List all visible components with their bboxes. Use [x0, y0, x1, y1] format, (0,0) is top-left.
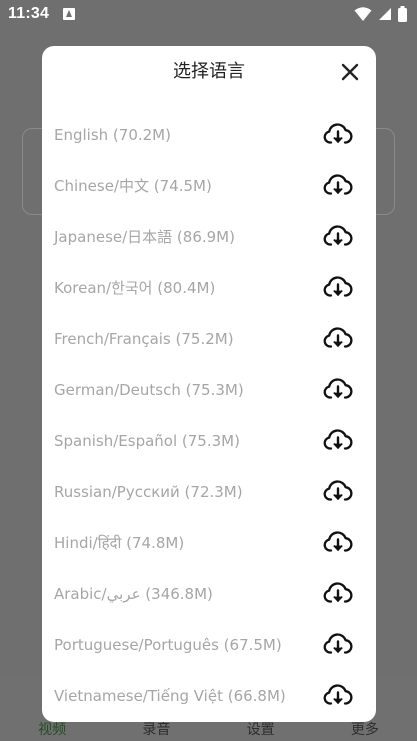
language-row[interactable]: Japanese/日本語 (86.9M)	[42, 211, 376, 262]
close-icon	[341, 63, 359, 81]
download-button[interactable]	[323, 427, 353, 453]
cloud-download-icon	[323, 327, 353, 348]
cloud-download-icon	[323, 633, 353, 654]
language-label: Russian/Русский (72.3M)	[54, 482, 243, 501]
download-button[interactable]	[323, 274, 353, 300]
cloud-download-icon	[323, 174, 353, 195]
download-button[interactable]	[323, 529, 353, 555]
wifi-icon	[354, 7, 372, 21]
language-row[interactable]: Arabic/عربي (346.8M)	[42, 568, 376, 619]
cloud-download-icon	[323, 480, 353, 501]
language-label: Chinese/中文 (74.5M)	[54, 177, 212, 195]
status-icons	[354, 6, 407, 22]
language-label: Korean/한국어 (80.4M)	[54, 279, 216, 297]
download-button[interactable]	[323, 631, 353, 657]
nav-tab-label: 录音	[142, 722, 171, 738]
language-label: Vietnamese/Tiếng Việt (66.8M)	[54, 686, 286, 705]
language-label: English (70.2M)	[54, 125, 171, 144]
cloud-download-icon	[323, 531, 353, 552]
language-row[interactable]: German/Deutsch (75.3M)	[42, 364, 376, 415]
language-row[interactable]: Hindi/हिंदी (74.8M)	[42, 517, 376, 568]
language-label: German/Deutsch (75.3M)	[54, 380, 244, 399]
cloud-download-icon	[323, 225, 353, 246]
download-button[interactable]	[323, 223, 353, 249]
status-time: 11:34	[8, 5, 50, 22]
download-button[interactable]	[323, 682, 353, 708]
battery-icon	[398, 6, 407, 22]
nav-tab-label: 更多	[350, 722, 379, 738]
language-label: French/Français (75.2M)	[54, 329, 234, 348]
language-list: English (70.2M) Chinese/中文 (74.5M) Japanes…	[42, 109, 376, 721]
language-row[interactable]: Portuguese/Português (67.5M)	[42, 619, 376, 670]
cloud-download-icon	[323, 684, 353, 705]
language-row[interactable]: Korean/한국어 (80.4M)	[42, 262, 376, 313]
language-label: Portuguese/Português (67.5M)	[54, 635, 282, 654]
nav-tab-label: 设置	[246, 722, 275, 738]
language-label: Spanish/Español (75.3M)	[54, 431, 240, 450]
download-button[interactable]	[323, 121, 353, 147]
language-row[interactable]: French/Français (75.2M)	[42, 313, 376, 364]
status-bar: 11:34	[0, 0, 417, 28]
language-label: Japanese/日本語 (86.9M)	[54, 228, 235, 246]
cloud-download-icon	[323, 429, 353, 450]
language-row[interactable]: Spanish/Español (75.3M)	[42, 415, 376, 466]
language-label: Arabic/عربي (346.8M)	[54, 584, 213, 603]
language-row[interactable]: Russian/Русский (72.3M)	[42, 466, 376, 517]
cloud-download-icon	[323, 378, 353, 399]
language-row[interactable]: Vietnamese/Tiếng Việt (66.8M)	[42, 670, 376, 721]
close-button[interactable]	[338, 60, 362, 84]
language-dialog: 选择语言 English (70.2M) Chinese/中文 (74.5M) Ja…	[42, 46, 376, 722]
cloud-download-icon	[323, 276, 353, 297]
language-label: Hindi/हिंदी (74.8M)	[54, 533, 185, 552]
download-button[interactable]	[323, 376, 353, 402]
app-notification-icon	[63, 8, 76, 20]
language-row[interactable]: English (70.2M)	[42, 109, 376, 160]
signal-icon	[379, 8, 391, 20]
download-button[interactable]	[323, 172, 353, 198]
cloud-download-icon	[323, 582, 353, 603]
download-button[interactable]	[323, 580, 353, 606]
nav-tab-label: 视频	[38, 722, 67, 738]
cloud-download-icon	[323, 123, 353, 144]
screen: 视频 录音 设置 更多 11:34 选择语言 English (70.2M) C…	[0, 0, 417, 741]
dialog-title: 选择语言	[173, 61, 245, 82]
download-button[interactable]	[323, 325, 353, 351]
language-row[interactable]: Chinese/中文 (74.5M)	[42, 160, 376, 211]
download-button[interactable]	[323, 478, 353, 504]
